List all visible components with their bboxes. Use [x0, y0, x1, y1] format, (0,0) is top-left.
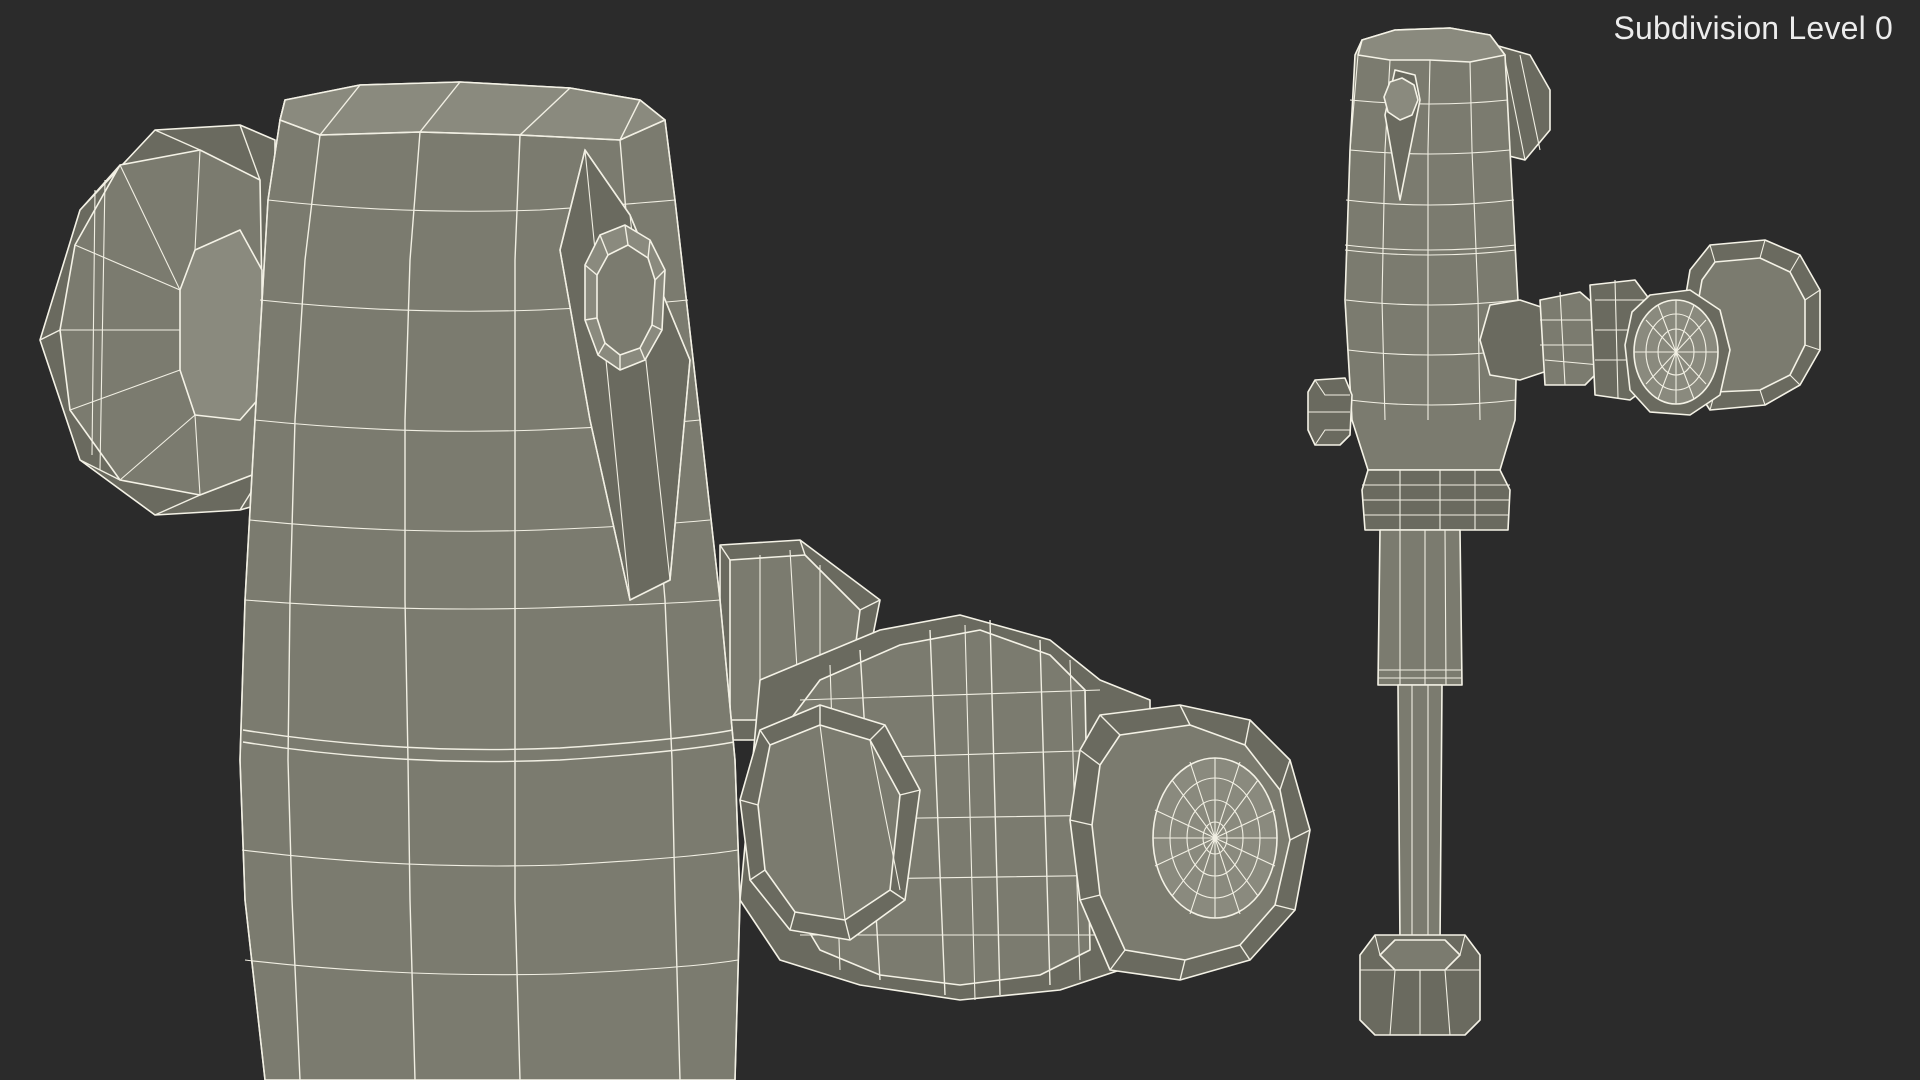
fullview-lower-collar	[1361, 469, 1511, 531]
fullview-flush-valve	[1307, 27, 1821, 1036]
fullview-side-nut	[1307, 377, 1353, 446]
fullview-lower-pipe	[1397, 684, 1443, 946]
wireframe-scene	[39, 27, 1821, 1080]
fullview-supply-assembly	[1479, 239, 1821, 416]
closeup-flush-valve	[39, 81, 1311, 1080]
fullview-valve-body	[1344, 27, 1519, 471]
fullview-upper-pipe	[1377, 529, 1463, 686]
render-viewport: Subdivision Level 0	[0, 0, 1920, 1080]
fullview-floor-flange	[1359, 934, 1481, 1036]
closeup-valve-body	[239, 81, 741, 1080]
closeup-wall-flange	[39, 124, 276, 516]
subdivision-level-label: Subdivision Level 0	[1613, 10, 1893, 46]
closeup-end-cap	[1069, 704, 1311, 981]
